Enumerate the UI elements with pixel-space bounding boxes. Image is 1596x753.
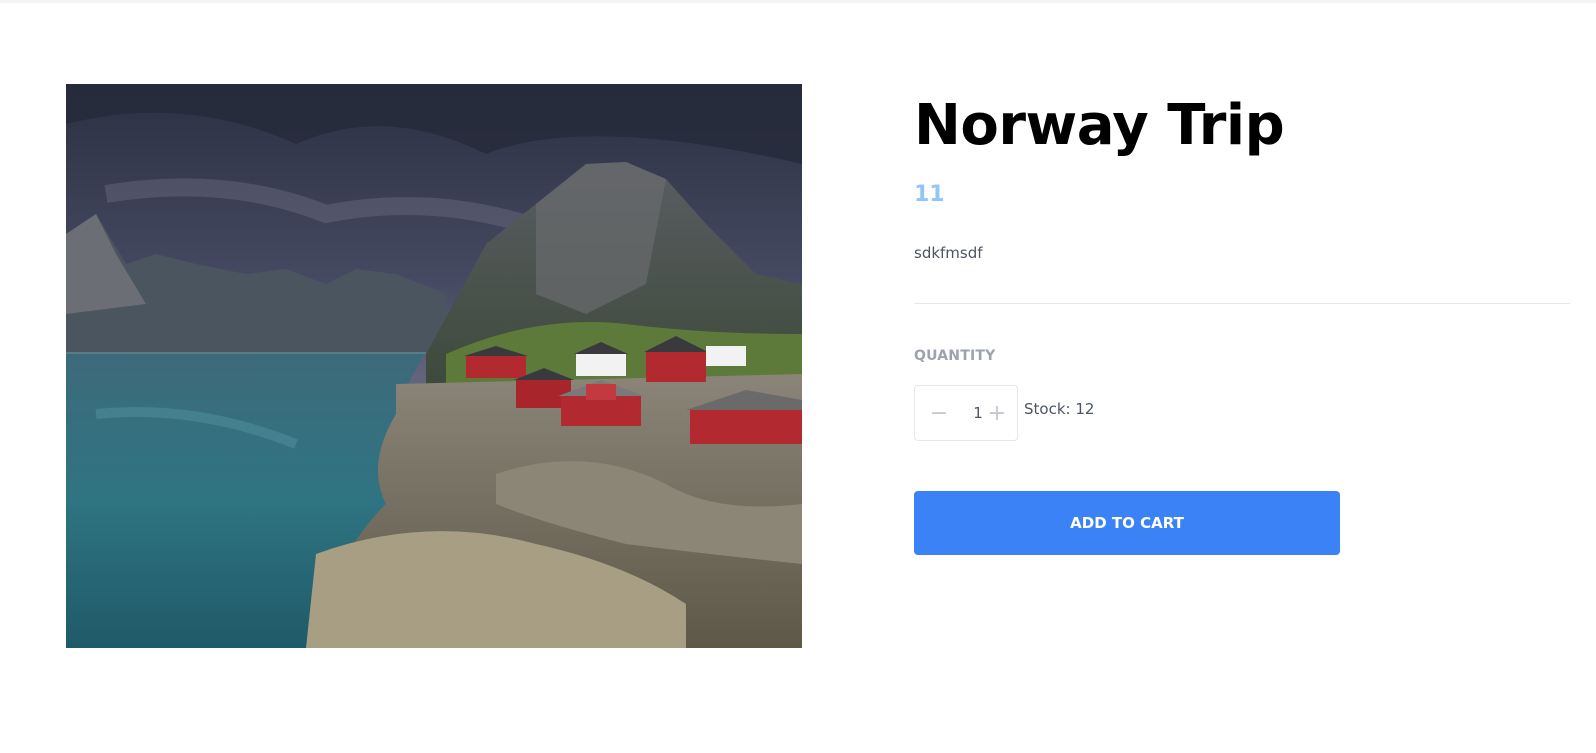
plus-icon[interactable]: +	[985, 386, 1009, 440]
product-page: Norway Trip 11 sdkfmsdf QUANTITY − 1 + S…	[0, 0, 1596, 753]
add-to-cart-button[interactable]: ADD TO CART	[914, 491, 1340, 555]
top-border	[0, 0, 1596, 3]
stock-text: Stock: 12	[1024, 400, 1095, 418]
quantity-stepper[interactable]: − 1 +	[914, 385, 1018, 441]
product-image	[66, 84, 802, 648]
product-description: sdkfmsdf	[914, 244, 983, 262]
product-title: Norway Trip	[914, 93, 1285, 158]
divider	[914, 303, 1570, 304]
minus-icon[interactable]: −	[927, 386, 951, 440]
quantity-label: QUANTITY	[914, 348, 996, 364]
product-price: 11	[914, 182, 945, 207]
product-details: Norway Trip 11 sdkfmsdf QUANTITY − 1 + S…	[914, 84, 1570, 555]
